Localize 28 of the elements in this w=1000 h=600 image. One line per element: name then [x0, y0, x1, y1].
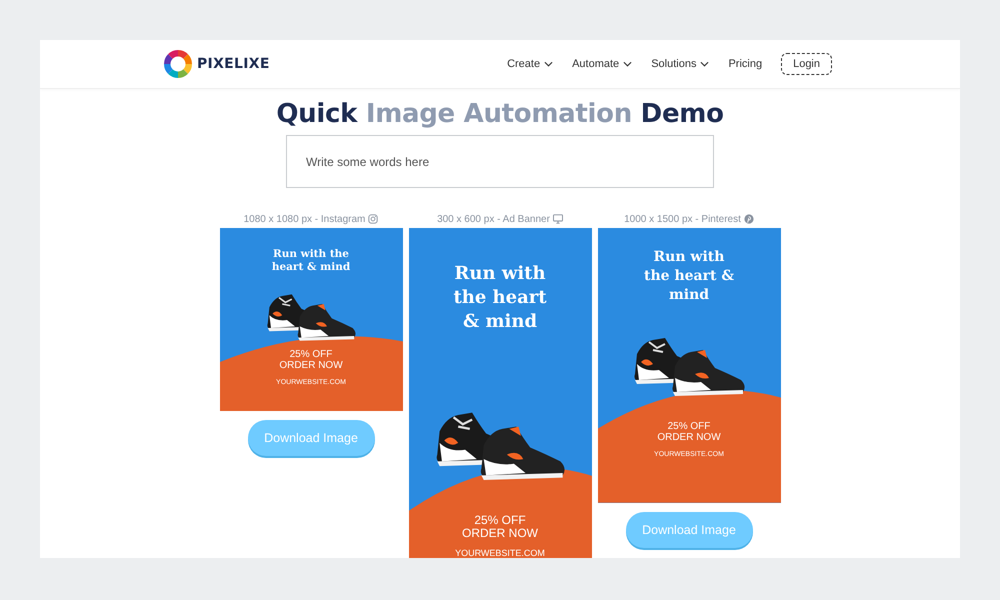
page-title: Quick Image Automation Demo: [276, 99, 724, 129]
banner-cta: ORDER NOW: [279, 360, 343, 371]
format-label: 1000 x 1500 px - Pinterest: [624, 214, 741, 224]
banner-headline: Run with the heart & mind: [452, 262, 548, 334]
monitor-icon: [552, 214, 563, 224]
nav-link[interactable]: Automate: [572, 58, 632, 70]
caret-icon: [700, 61, 710, 67]
logo-icon: [164, 50, 192, 78]
banner-headline: Run with the heart & mind: [270, 248, 352, 274]
nav-link[interactable]: Solutions: [651, 58, 710, 70]
format-label: 1080 x 1080 px - Instagram: [244, 214, 366, 224]
login-button[interactable]: Login: [781, 53, 832, 75]
nav-link[interactable]: Create: [507, 58, 554, 70]
banner-offer: 25% OFF: [290, 349, 332, 360]
banner-headline: Run with the heart & mind: [643, 248, 735, 305]
caret-icon: [544, 61, 554, 67]
text-input-field[interactable]: Write some words here: [286, 135, 714, 188]
banner-cta: ORDER NOW: [462, 527, 538, 540]
banner-offer: 25% OFF: [668, 421, 710, 432]
banner-website: YOURWEBSITE.COM: [455, 548, 545, 558]
camera-icon: [368, 214, 378, 224]
banner-offer: 25% OFF: [474, 514, 526, 527]
nav-link[interactable]: Pricing: [728, 58, 762, 70]
logo-text: PIXELIXE: [197, 56, 270, 72]
format-label: 300 x 600 px - Ad Banner: [437, 214, 550, 224]
caret-icon: [623, 61, 632, 67]
banner-cta: ORDER NOW: [657, 432, 721, 443]
pin-icon: [744, 214, 754, 224]
